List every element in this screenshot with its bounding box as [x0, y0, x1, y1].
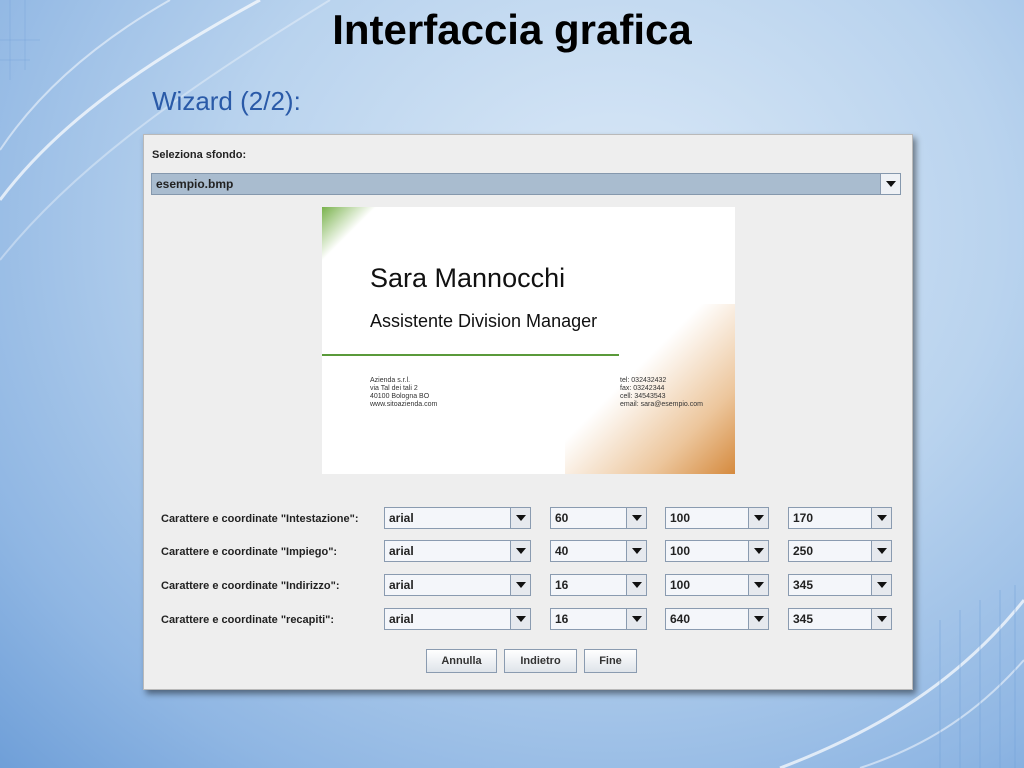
- y-select-intestazione[interactable]: 170: [788, 507, 892, 529]
- size-value: 40: [555, 544, 569, 558]
- card-divider: [322, 354, 619, 356]
- chevron-down-icon[interactable]: [626, 541, 646, 561]
- back-button[interactable]: Indietro: [504, 649, 577, 673]
- card-contact-line: fax: 03242344: [620, 385, 665, 392]
- background-select-value: esempio.bmp: [156, 177, 234, 191]
- x-value: 100: [670, 544, 691, 558]
- card-name: Sara Mannocchi: [370, 263, 566, 293]
- size-value: 16: [555, 578, 569, 592]
- chevron-down-icon[interactable]: [871, 575, 891, 595]
- row-label-indirizzo: Carattere e coordinate "Indirizzo":: [161, 580, 340, 592]
- card-corner-decoration: [322, 207, 382, 267]
- y-value: 170: [793, 511, 814, 525]
- font-select-intestazione[interactable]: arial: [384, 507, 531, 529]
- chevron-down-icon[interactable]: [871, 541, 891, 561]
- card-address-line: 40100 Bologna BO: [370, 393, 430, 400]
- chevron-down-icon[interactable]: [748, 508, 768, 528]
- size-select-impiego[interactable]: 40: [550, 540, 647, 562]
- x-value: 100: [670, 578, 691, 592]
- size-value: 60: [555, 511, 569, 525]
- slide-title: Interfaccia grafica: [332, 6, 692, 53]
- y-select-impiego[interactable]: 250: [788, 540, 892, 562]
- x-value: 100: [670, 511, 691, 525]
- y-value: 250: [793, 544, 814, 558]
- chevron-down-icon[interactable]: [510, 508, 530, 528]
- font-select-recapiti[interactable]: arial: [384, 608, 531, 630]
- size-select-intestazione[interactable]: 60: [550, 507, 647, 529]
- x-select-impiego[interactable]: 100: [665, 540, 769, 562]
- x-select-intestazione[interactable]: 100: [665, 507, 769, 529]
- finish-button[interactable]: Fine: [584, 649, 637, 673]
- wizard-dialog: Seleziona sfondo: esempio.bmp Sara Manno…: [143, 134, 913, 690]
- card-contact-line: email: sara@esempio.com: [620, 401, 703, 408]
- size-select-recapiti[interactable]: 16: [550, 608, 647, 630]
- y-value: 345: [793, 612, 814, 626]
- card-address-line: Azienda s.r.l.: [370, 377, 411, 384]
- chevron-down-icon[interactable]: [748, 609, 768, 629]
- size-value: 16: [555, 612, 569, 626]
- card-contact-line: cell: 34543543: [620, 393, 666, 400]
- card-address: Azienda s.r.l. via Tal dei tali 2 40100 …: [370, 377, 437, 409]
- x-value: 640: [670, 612, 691, 626]
- chevron-down-icon[interactable]: [880, 174, 900, 194]
- x-select-indirizzo[interactable]: 100: [665, 574, 769, 596]
- y-value: 345: [793, 578, 814, 592]
- chevron-down-icon[interactable]: [510, 575, 530, 595]
- font-value: arial: [389, 578, 414, 592]
- cancel-button[interactable]: Annulla: [426, 649, 497, 673]
- row-label-intestazione: Carattere e coordinate "Intestazione":: [161, 513, 359, 525]
- card-contacts: tel: 032432432 fax: 03242344 cell: 34543…: [620, 377, 703, 409]
- card-address-line: via Tal dei tali 2: [370, 385, 418, 392]
- size-select-indirizzo[interactable]: 16: [550, 574, 647, 596]
- card-role: Assistente Division Manager: [370, 311, 598, 331]
- font-select-indirizzo[interactable]: arial: [384, 574, 531, 596]
- y-select-indirizzo[interactable]: 345: [788, 574, 892, 596]
- chevron-down-icon[interactable]: [748, 541, 768, 561]
- chevron-down-icon[interactable]: [626, 609, 646, 629]
- chevron-down-icon[interactable]: [871, 609, 891, 629]
- chevron-down-icon[interactable]: [510, 609, 530, 629]
- business-card-preview: Sara Mannocchi Assistente Division Manag…: [322, 207, 735, 474]
- chevron-down-icon[interactable]: [510, 541, 530, 561]
- background-select-label: Seleziona sfondo:: [152, 149, 247, 161]
- x-select-recapiti[interactable]: 640: [665, 608, 769, 630]
- chevron-down-icon[interactable]: [626, 575, 646, 595]
- chevron-down-icon[interactable]: [626, 508, 646, 528]
- background-select[interactable]: esempio.bmp: [151, 173, 901, 195]
- font-value: arial: [389, 511, 414, 525]
- chevron-down-icon[interactable]: [748, 575, 768, 595]
- card-contact-line: tel: 032432432: [620, 377, 667, 384]
- y-select-recapiti[interactable]: 345: [788, 608, 892, 630]
- chevron-down-icon[interactable]: [871, 508, 891, 528]
- row-label-impiego: Carattere e coordinate "Impiego":: [161, 546, 338, 558]
- card-address-line: www.sitoazienda.com: [370, 401, 438, 408]
- row-label-recapiti: Carattere e coordinate "recapiti":: [161, 614, 335, 626]
- slide-subtitle: Wizard (2/2):: [152, 86, 301, 116]
- font-select-impiego[interactable]: arial: [384, 540, 531, 562]
- font-value: arial: [389, 612, 414, 626]
- font-value: arial: [389, 544, 414, 558]
